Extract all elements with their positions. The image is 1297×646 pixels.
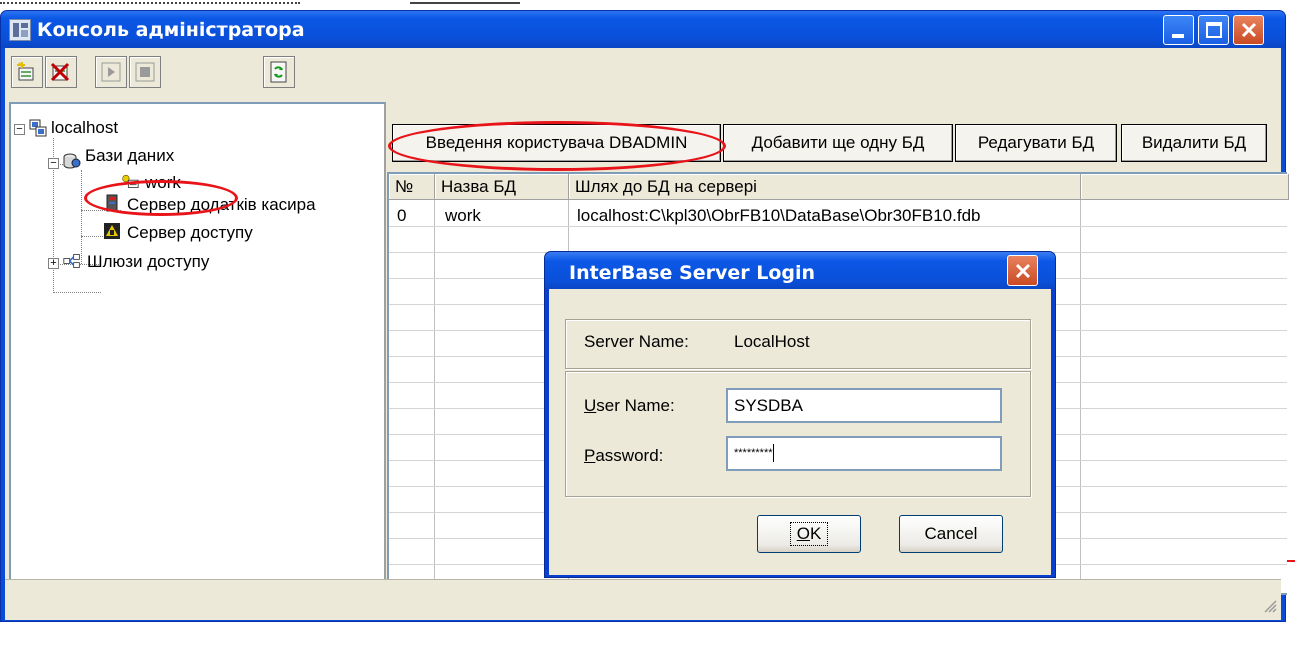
col-header-empty [1081,174,1289,200]
password-mask: ********* [734,447,773,459]
server-tree[interactable]: − localhost − Бази даних work Сервер дод… [9,102,386,607]
add-icon [17,62,34,81]
maximize-button[interactable] [1198,15,1229,45]
app-icon [9,19,31,41]
col-header-name[interactable]: Назва БД [435,174,569,200]
dialog-close-button[interactable] [1007,255,1038,286]
delete-db-button[interactable]: Видалити БД [1121,124,1267,162]
close-icon [1015,263,1031,279]
annotation-ellipse-button [388,121,726,171]
stop-icon [135,62,155,82]
refresh-icon [270,61,287,83]
server-name-value: LocalHost [734,332,810,351]
password-input[interactable]: ********* [726,436,1002,471]
dialog-body: Server Name: LocalHost User Name: SYSDBA… [549,289,1051,575]
close-icon [1241,22,1257,38]
databases-icon [63,153,81,169]
server-icon [29,119,47,137]
cell-name: work [445,206,481,225]
login-dialog: InterBase Server Login Server Name: Loca… [544,251,1056,578]
refresh-button[interactable] [263,56,295,88]
col-header-path[interactable]: Шлях до БД на сервері [569,174,1081,200]
tree-item-databases[interactable]: Бази даних [85,146,174,166]
user-name-label: User Name: [584,396,675,415]
cancel-button[interactable]: Cancel [899,515,1003,553]
status-bar [5,579,1281,617]
tree-item-access-server[interactable]: Сервер доступу [127,223,253,243]
title-bar[interactable]: Консоль адміністратора [1,11,1285,48]
background-window-edge-right [1287,560,1297,620]
ok-button[interactable]: OK [757,515,861,553]
access-server-icon [104,223,120,239]
dialog-title-bar[interactable]: InterBase Server Login [545,252,1055,289]
credentials-group: User Name: SYSDBA Password: ********* [565,371,1031,497]
expand-databases-toggle[interactable]: − [48,158,59,169]
server-group: Server Name: LocalHost [565,319,1031,369]
gateways-icon [63,254,80,268]
cell-path: localhost:C\kpl30\ObrFB10\DataBase\Obr30… [577,206,981,225]
cell-num: 0 [397,206,407,225]
start-button[interactable] [95,56,127,88]
annotation-ellipse-work [84,180,238,216]
minimize-button[interactable] [1163,15,1194,45]
expand-gateways-toggle[interactable]: + [48,258,59,269]
minimize-icon [1172,34,1184,38]
delete-button[interactable] [45,56,77,88]
maximize-icon [1206,22,1222,38]
window-title: Консоль адміністратора [37,19,305,41]
stop-button[interactable] [129,56,161,88]
close-button[interactable] [1233,15,1264,45]
new-button[interactable] [11,56,43,88]
tree-item-localhost[interactable]: localhost [51,118,118,138]
expand-localhost-toggle[interactable]: − [14,124,25,135]
password-label: Password: [584,446,664,465]
server-name-label: Server Name: [584,332,689,351]
add-db-button[interactable]: Добавити ще одну БД [723,124,953,162]
edit-db-button[interactable]: Редагувати БД [955,124,1117,162]
tree-item-gateways[interactable]: Шлюзи доступу [87,252,209,272]
start-icon [101,62,121,82]
background-window-edge [0,0,520,8]
resize-grip-icon[interactable] [1263,599,1277,613]
user-name-input[interactable]: SYSDBA [726,388,1002,423]
delete-icon [50,62,70,82]
dialog-title: InterBase Server Login [569,262,816,284]
col-header-num[interactable]: № [389,174,435,200]
